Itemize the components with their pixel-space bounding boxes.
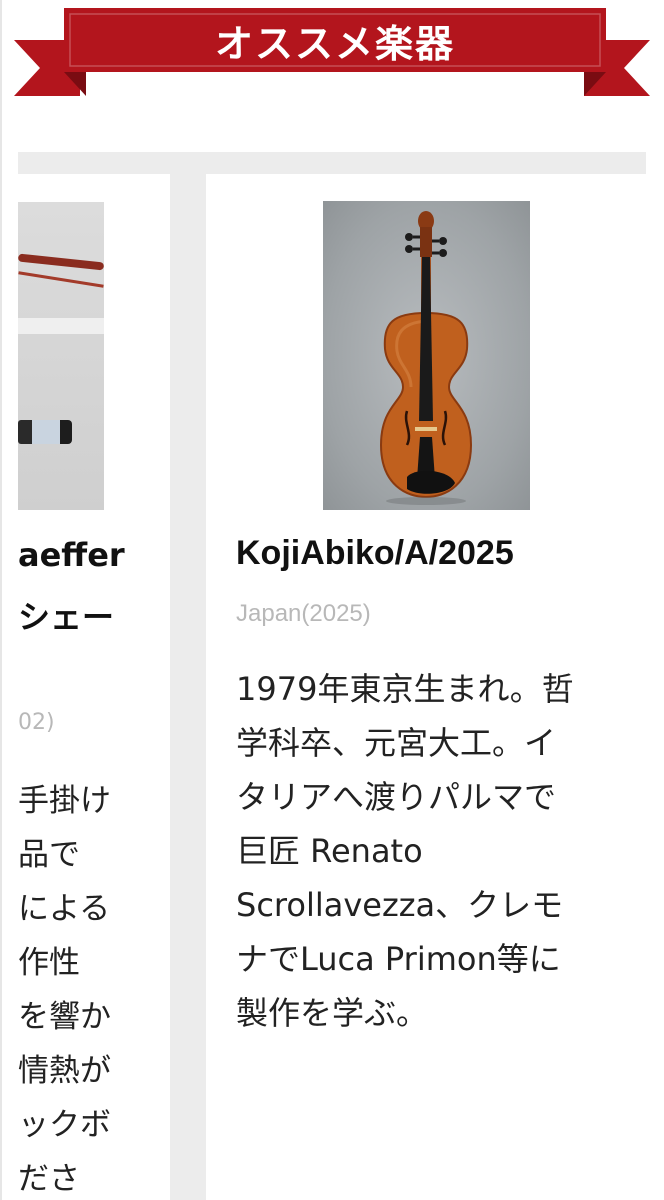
- bow-stick-secondary: [18, 271, 104, 288]
- product-card-previous[interactable]: aeffer シェー 02) 手掛け 品で による 作性 を響か 情熱が ックボ…: [18, 174, 170, 1200]
- description-line: 学科卒、元宮大工。イ: [236, 724, 557, 762]
- product-name-sub-previous[interactable]: シェー: [18, 592, 114, 638]
- product-description-previous: 手掛け 品で による 作性 を響か 情熱が ックボ ださ: [18, 774, 168, 1200]
- product-origin: Japan(2025): [236, 600, 371, 627]
- description-line: 情熱が: [18, 1053, 111, 1089]
- description-line: ックボ: [18, 1107, 111, 1143]
- section-title: オススメ楽器: [214, 20, 455, 66]
- carousel-top-bar: [18, 152, 646, 174]
- description-line: タリアへ渡りパルマで: [236, 778, 557, 816]
- carousel-divider: [170, 174, 206, 1200]
- description-line: 作性: [18, 945, 80, 981]
- description-line: ナでLuca Primon等に: [236, 940, 561, 978]
- product-name-previous[interactable]: aeffer: [18, 536, 125, 574]
- product-card[interactable]: KojiAbiko/A/2025 Japan(2025) 1979年東京生まれ。…: [206, 174, 664, 1200]
- description-line: 手掛け: [18, 783, 111, 819]
- product-name[interactable]: KojiAbiko/A/2025: [236, 534, 514, 573]
- description-line: 製作を学ぶ。: [236, 994, 429, 1032]
- page-left-border: [0, 0, 2, 1200]
- description-line: 巨匠 Renato: [236, 832, 423, 870]
- violin-illustration: [379, 211, 473, 505]
- violin-image[interactable]: [323, 201, 530, 510]
- bow-stick: [18, 253, 105, 271]
- description-line: 品で: [18, 837, 80, 873]
- product-description: 1979年東京生まれ。哲 学科卒、元宮大工。イ タリアへ渡りパルマで 巨匠 Re…: [236, 662, 636, 1040]
- section-banner: オススメ楽器: [0, 0, 664, 110]
- description-line: 1979年東京生まれ。哲: [236, 670, 574, 708]
- description-line: Scrollavezza、クレモ: [236, 886, 564, 924]
- description-line: による: [18, 891, 111, 927]
- bow-frog-end: [60, 420, 72, 444]
- bow-frog-ring: [32, 420, 60, 444]
- description-line: を響か: [18, 999, 111, 1035]
- description-line: ださ: [18, 1161, 80, 1197]
- bow-image[interactable]: [18, 202, 105, 510]
- product-origin-previous: 02): [18, 710, 55, 735]
- bow-hair: [18, 318, 104, 334]
